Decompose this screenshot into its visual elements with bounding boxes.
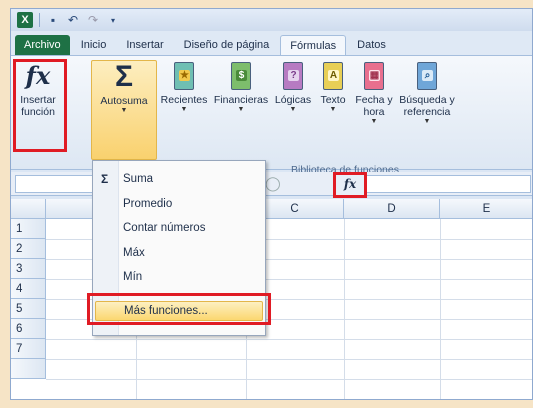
financial-functions-button[interactable]: $ Financieras ▼ — [213, 60, 269, 114]
lookup-functions-button[interactable]: ⌕ Búsqueda y referencia ▼ — [395, 60, 459, 126]
tab-inicio[interactable]: Inicio — [72, 35, 116, 55]
autosum-dropdown-arrow-icon[interactable]: ▼ — [121, 107, 128, 115]
tab-diseno-pagina[interactable]: Diseño de página — [175, 35, 279, 55]
datetime-label: Fecha y hora — [355, 94, 393, 118]
logical-label: Lógicas — [274, 94, 312, 106]
highlight-formula-bar-fx — [333, 172, 367, 198]
menu-item-suma[interactable]: Suma — [123, 169, 153, 189]
save-icon[interactable]: ▪ — [46, 13, 60, 27]
financial-label: Financieras — [213, 94, 269, 106]
logical-book-icon: ? — [279, 60, 307, 92]
recent-book-icon: ★ — [170, 60, 198, 92]
grid-line — [46, 339, 532, 340]
grid-line — [440, 219, 441, 399]
row-header-1[interactable]: 1 — [11, 219, 46, 239]
logical-functions-button[interactable]: ? Lógicas ▼ — [273, 60, 313, 114]
row-header-4[interactable]: 4 — [11, 279, 46, 299]
logical-dropdown-arrow-icon: ▼ — [289, 106, 297, 113]
recent-label: Recientes — [160, 94, 208, 106]
column-header-d[interactable]: D — [344, 199, 440, 219]
menu-item-promedio[interactable]: Promedio — [123, 194, 172, 214]
text-label: Texto — [320, 94, 346, 106]
grid-line — [46, 379, 532, 380]
lookup-book-icon: ⌕ — [413, 60, 441, 92]
autosum-button[interactable]: Σ Autosuma ▼ — [91, 60, 157, 160]
redo-icon[interactable]: ↷ — [86, 13, 100, 27]
text-dropdown-arrow-icon: ▼ — [329, 106, 337, 113]
lookup-dropdown-arrow-icon: ▼ — [423, 118, 431, 125]
text-functions-button[interactable]: A Texto ▼ — [315, 60, 351, 114]
ribbon-panel: fx Insertar función Σ Autosuma ▼ ★ Recie… — [11, 55, 532, 176]
row-header-6[interactable]: 6 — [11, 319, 46, 339]
cancel-entry-icon[interactable]: ◯ — [265, 175, 281, 192]
excel-window: X ▪ ↶ ↷ ▾ Archivo Inicio Insertar Diseño… — [10, 8, 533, 400]
sum-sigma-icon: Σ — [101, 172, 109, 186]
toolbar-separator — [39, 13, 40, 27]
column-header-e[interactable]: E — [440, 199, 532, 219]
menu-item-contar-numeros[interactable]: Contar números — [123, 218, 205, 238]
row-header-5[interactable]: 5 — [11, 299, 46, 319]
row-header-7[interactable]: 7 — [11, 339, 46, 359]
row-header-8[interactable] — [11, 359, 46, 379]
grid-line — [46, 359, 532, 360]
page-frame: X ▪ ↶ ↷ ▾ Archivo Inicio Insertar Diseño… — [0, 0, 533, 408]
autosum-label: Autosuma — [100, 95, 148, 107]
financial-dropdown-arrow-icon: ▼ — [237, 106, 245, 113]
datetime-book-icon: ▦ — [360, 60, 388, 92]
grid-line — [344, 219, 345, 399]
highlight-insert-function — [13, 59, 67, 152]
undo-icon[interactable]: ↶ — [66, 13, 80, 27]
datetime-functions-button[interactable]: ▦ Fecha y hora ▼ — [353, 60, 395, 126]
tab-archivo[interactable]: Archivo — [15, 35, 70, 55]
tab-insertar[interactable]: Insertar — [117, 35, 172, 55]
recent-dropdown-arrow-icon: ▼ — [180, 106, 188, 113]
tab-formulas[interactable]: Fórmulas — [280, 35, 347, 55]
recent-functions-button[interactable]: ★ Recientes ▼ — [159, 60, 209, 114]
excel-logo-icon: X — [17, 12, 33, 28]
customize-toolbar-icon[interactable]: ▾ — [106, 13, 120, 27]
row-header-2[interactable]: 2 — [11, 239, 46, 259]
menu-item-max[interactable]: Máx — [123, 243, 145, 263]
financial-book-icon: $ — [227, 60, 255, 92]
datetime-dropdown-arrow-icon: ▼ — [370, 118, 378, 125]
sigma-icon: Σ — [114, 60, 133, 93]
highlight-mas-funciones — [87, 293, 271, 325]
menu-item-min[interactable]: Mín — [123, 267, 142, 287]
row-header-3[interactable]: 3 — [11, 259, 46, 279]
lookup-label: Búsqueda y referencia — [399, 94, 455, 118]
ribbon-tabs: Archivo Inicio Insertar Diseño de página… — [11, 31, 532, 55]
formula-input[interactable] — [365, 175, 531, 193]
formula-bar: ◯ fx — [11, 172, 532, 196]
select-all-corner[interactable] — [11, 199, 46, 219]
text-book-icon: A — [319, 60, 347, 92]
quick-access-toolbar: X ▪ ↶ ↷ ▾ — [11, 9, 532, 31]
tab-datos[interactable]: Datos — [348, 35, 395, 55]
